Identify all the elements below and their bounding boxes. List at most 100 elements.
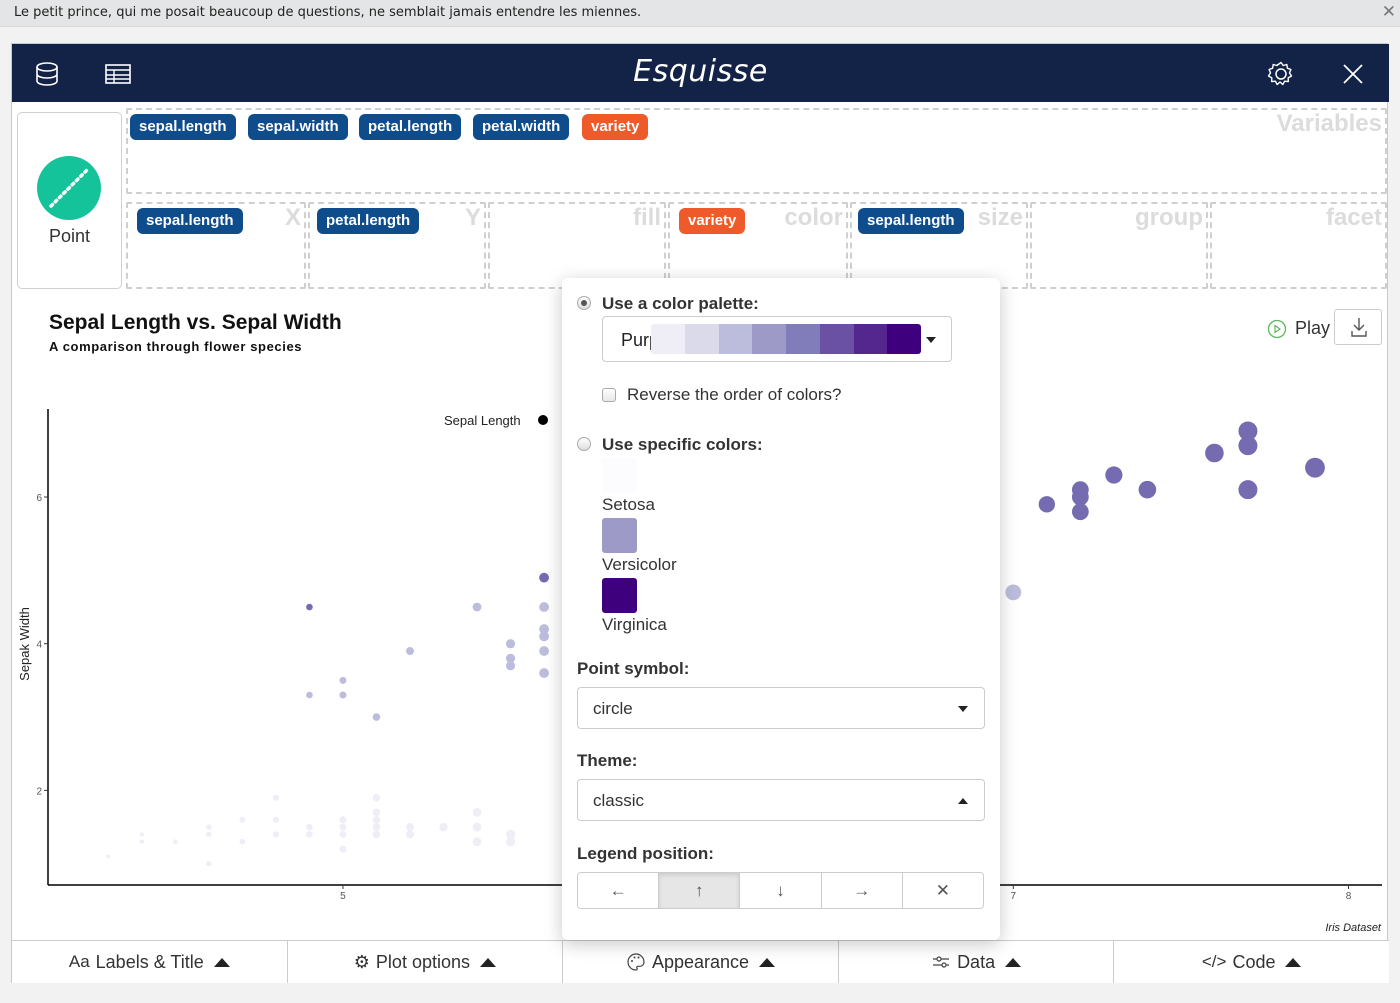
y-tick-label: 6: [36, 493, 42, 504]
close-icon: ✕: [935, 880, 951, 900]
y-variable-badge[interactable]: petal.length: [317, 208, 420, 234]
size-variable-badge[interactable]: sepal.length: [858, 208, 964, 234]
palette-swatch: [887, 324, 921, 354]
data-point-setosa: [372, 815, 381, 824]
data-point-virginica: [1071, 503, 1089, 521]
legend-position-buttons: ← ↑ ↓ → ✕: [577, 872, 984, 909]
data-point-virginica: [1238, 436, 1258, 456]
dropzone-fill[interactable]: fill: [488, 202, 666, 289]
data-point-setosa: [206, 861, 212, 867]
legend-right-button[interactable]: →: [821, 873, 903, 908]
palette-swatch: [752, 324, 786, 354]
data-point-virginica: [1205, 443, 1224, 463]
point-symbol-value: circle: [593, 699, 633, 718]
tab-label: Code: [1232, 951, 1276, 972]
data-point-setosa: [472, 807, 482, 817]
play-label: Play: [1295, 318, 1331, 338]
gear-icon: ⚙: [353, 951, 370, 972]
color-variable-badge[interactable]: variety: [679, 208, 746, 234]
legend-position-label: Legend position:: [577, 844, 714, 863]
x-tick-label: 8: [1346, 891, 1352, 902]
data-point-setosa: [272, 816, 280, 823]
data-point-virginica: [1105, 466, 1123, 484]
data-point-versicolor: [339, 691, 347, 699]
caret-up-icon: [213, 957, 230, 967]
legend-left-button[interactable]: ←: [578, 873, 660, 908]
data-point-versicolor: [472, 602, 482, 612]
play-button[interactable]: Play: [1267, 318, 1330, 339]
palette-swatches: [651, 324, 921, 354]
theme-label: Theme:: [577, 751, 638, 770]
legend-none-button[interactable]: ✕: [902, 873, 983, 908]
tab-labels-title[interactable]: Aa Labels & Title: [12, 941, 288, 983]
data-point-setosa: [505, 829, 516, 839]
variable-badge[interactable]: sepal.length: [130, 114, 236, 140]
data-point-setosa: [306, 823, 313, 831]
data-point-versicolor: [372, 713, 381, 721]
legend-size-key: [538, 415, 548, 425]
palette-select[interactable]: Purples: [602, 316, 952, 362]
close-icon[interactable]: [1339, 60, 1367, 88]
dropzone-facet[interactable]: facet: [1210, 202, 1387, 289]
data-point-setosa: [239, 816, 246, 823]
palette-swatch: [684, 324, 719, 354]
x-variable-badge[interactable]: sepal.length: [137, 208, 243, 234]
palette-swatch: [786, 324, 820, 354]
specific-colors-radio[interactable]: [577, 437, 591, 451]
data-point-virginica: [1038, 496, 1056, 513]
data-point-versicolor: [539, 646, 549, 656]
palette-radio[interactable]: [577, 296, 591, 310]
virginica-label: Virginica: [602, 615, 667, 634]
download-button[interactable]: [1334, 309, 1382, 345]
play-icon: [1267, 319, 1287, 338]
arrow-down-icon: ↓: [776, 880, 785, 900]
data-point-versicolor: [539, 668, 549, 678]
dropzone-label: X: [284, 204, 301, 231]
virginica-color-swatch[interactable]: [602, 578, 637, 613]
download-icon: [1351, 318, 1367, 337]
legend-title: Sepal Length: [444, 413, 521, 428]
versicolor-color-swatch[interactable]: [602, 518, 637, 553]
dropzone-group[interactable]: group: [1030, 202, 1208, 289]
tab-appearance[interactable]: Appearance: [563, 941, 839, 983]
chart-caption: Iris Dataset: [1325, 922, 1382, 934]
palette-swatch: [819, 324, 854, 354]
point-symbol-select[interactable]: circle: [577, 687, 985, 729]
variable-badge[interactable]: petal.length: [359, 114, 462, 140]
variable-badge[interactable]: petal.width: [473, 114, 570, 140]
x-tick-label: 5: [340, 891, 346, 902]
data-point-setosa: [272, 794, 280, 801]
gear-icon[interactable]: [1267, 60, 1295, 88]
dropzone-label: group: [1135, 204, 1203, 231]
tab-label: Plot options: [375, 951, 470, 972]
data-point-virginica: [1305, 457, 1325, 478]
legend-bottom-button[interactable]: ↓: [740, 873, 822, 908]
data-point-setosa: [372, 793, 381, 802]
variable-badge[interactable]: sepal.width: [248, 114, 348, 140]
legend-top-button[interactable]: ↑: [659, 873, 741, 908]
variable-badge[interactable]: variety: [582, 114, 649, 140]
setosa-color-swatch[interactable]: [602, 458, 637, 493]
geom-selector[interactable]: Point: [17, 112, 122, 289]
sliders-icon: [933, 956, 950, 968]
data-point-virginica: [539, 572, 549, 583]
data-point-setosa: [339, 816, 347, 824]
tab-code[interactable]: </> Code: [1114, 941, 1389, 983]
data-point-setosa: [372, 808, 381, 817]
dropzone-label: fill: [633, 204, 661, 231]
data-point-setosa: [405, 830, 414, 839]
data-point-setosa: [206, 824, 212, 830]
reverse-colors-checkbox[interactable]: [602, 388, 616, 402]
tab-plot-options[interactable]: ⚙ Plot options: [287, 941, 564, 983]
dropzone-label: Y: [464, 204, 481, 231]
data-point-setosa: [239, 838, 246, 845]
dropzone-label: color: [784, 204, 843, 231]
banner: Le petit prince, qui me posait beaucoup …: [0, 0, 1400, 27]
dropzone-label: Variables: [1276, 110, 1382, 137]
theme-select[interactable]: classic: [577, 779, 985, 821]
close-icon[interactable]: ✕: [1382, 2, 1396, 22]
data-point-setosa: [339, 823, 347, 831]
tab-data[interactable]: Data: [838, 941, 1115, 983]
data-point-versicolor: [339, 676, 347, 684]
data-point-setosa: [172, 839, 178, 845]
